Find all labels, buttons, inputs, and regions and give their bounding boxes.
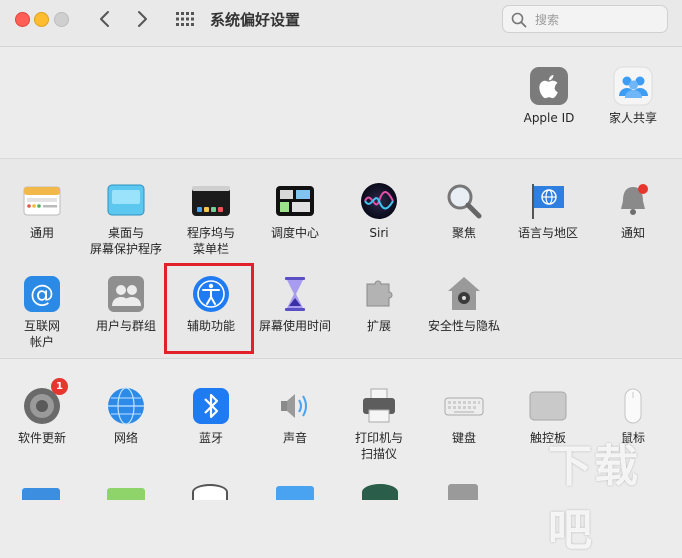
pane-label: 屏幕使用时间 — [258, 319, 331, 333]
bluetooth-icon — [191, 386, 231, 426]
search-input[interactable] — [533, 10, 657, 30]
svg-text:@: @ — [30, 280, 54, 308]
keyboard-icon — [444, 386, 484, 426]
general-icon — [22, 181, 62, 221]
show-all-button[interactable] — [175, 10, 195, 28]
pane-label: 声音 — [282, 431, 307, 445]
forward-button[interactable] — [130, 8, 154, 30]
extensions-icon — [359, 274, 399, 314]
chevron-left-icon — [100, 11, 109, 27]
pane-apple-id[interactable]: Apple ID — [507, 66, 591, 126]
pane-label: 通用 — [29, 226, 54, 240]
pane-desktop-screensaver[interactable]: 桌面与 屏幕保护程序 — [84, 181, 168, 257]
watermark: 下载吧 — [548, 441, 640, 556]
pane-mission-control[interactable]: 调度中心 — [253, 181, 337, 241]
pane-label: 用户与群组 — [95, 319, 156, 333]
close-window-button[interactable] — [15, 12, 30, 27]
back-button[interactable] — [93, 8, 117, 30]
mouse-icon — [613, 386, 653, 426]
pane-language-region[interactable]: 语言与地区 — [506, 181, 590, 241]
window-title: 系统偏好设置 — [210, 11, 301, 29]
printers-scanners-icon — [359, 386, 399, 426]
disk-icon — [448, 484, 478, 500]
pane-label-line2: 扫描仪 — [360, 447, 397, 461]
clock-icon — [192, 484, 228, 500]
pane-label: 软件更新 — [17, 431, 66, 445]
screen-time-icon — [275, 274, 315, 314]
pane-siri[interactable]: Siri — [337, 181, 421, 241]
dock-menubar-icon — [191, 181, 231, 221]
users-groups-icon — [106, 274, 146, 314]
pane-label: 安全性与隐私 — [427, 319, 500, 333]
highlight-box — [164, 263, 254, 354]
pane-users-groups[interactable]: 用户与群组 — [84, 274, 168, 334]
minimize-window-button[interactable] — [34, 12, 49, 27]
sound-icon — [275, 386, 315, 426]
pane-keyboard[interactable]: 键盘 — [422, 386, 506, 446]
pane-label: 键盘 — [451, 431, 476, 445]
pane-label: 程序坞与 — [186, 226, 235, 240]
pane-general[interactable]: 通用 — [0, 181, 84, 241]
language-region-icon — [528, 181, 568, 221]
pane-screen-time[interactable]: 屏幕使用时间 — [253, 274, 337, 334]
grid-icon — [176, 12, 194, 26]
window-toolbar: 系统偏好设置 — [0, 0, 682, 47]
zoom-window-button[interactable] — [54, 12, 69, 27]
pane-label-line2: 菜单栏 — [192, 242, 229, 256]
apple-id-icon — [529, 66, 569, 106]
pane-printers-scanners[interactable]: 打印机与 扫描仪 — [337, 386, 421, 462]
pane-label-line2: 屏幕保护程序 — [89, 242, 162, 256]
partial-pane-icon — [107, 488, 145, 500]
pane-label-line2: 帐户 — [29, 335, 54, 349]
partial-pane-icon — [362, 484, 398, 500]
pane-label: 互联网 — [23, 319, 60, 333]
search-icon — [511, 12, 527, 28]
pane-label: 蓝牙 — [198, 431, 223, 445]
pane-label: 网络 — [113, 431, 138, 445]
pane-network[interactable]: 网络 — [84, 386, 168, 446]
pane-label: Siri — [369, 226, 389, 240]
security-privacy-icon — [444, 274, 484, 314]
pane-label: 语言与地区 — [517, 226, 578, 240]
pane-label: Apple ID — [523, 111, 575, 125]
notifications-icon — [613, 181, 653, 221]
pane-software-update[interactable]: 1 软件更新 — [0, 378, 84, 446]
network-icon — [106, 386, 146, 426]
pane-label: 扩展 — [366, 319, 391, 333]
search-field[interactable] — [502, 5, 668, 33]
internet-accounts-icon: @ — [22, 274, 62, 314]
family-sharing-icon — [613, 66, 653, 106]
folder-icon — [276, 486, 314, 500]
trackpad-icon — [528, 386, 568, 426]
software-update-icon: 1 — [22, 378, 68, 426]
pane-notifications[interactable]: 通知 — [591, 181, 675, 241]
pane-security-privacy[interactable]: 安全性与隐私 — [422, 274, 506, 334]
update-count-badge: 1 — [51, 378, 68, 395]
pane-label: 打印机与 — [354, 431, 403, 445]
spotlight-icon — [444, 181, 484, 221]
pane-label: 家人共享 — [608, 111, 657, 125]
desktop-screensaver-icon — [106, 181, 146, 221]
siri-icon — [359, 181, 399, 221]
pane-family-sharing[interactable]: 家人共享 — [591, 66, 675, 126]
pane-label: 桌面与 — [107, 226, 144, 240]
pane-label: 调度中心 — [270, 226, 319, 240]
chevron-right-icon — [138, 11, 147, 27]
mission-control-icon — [275, 181, 315, 221]
pane-label: 聚焦 — [451, 226, 476, 240]
pane-sound[interactable]: 声音 — [253, 386, 337, 446]
pane-bluetooth[interactable]: 蓝牙 — [169, 386, 253, 446]
pane-extensions[interactable]: 扩展 — [337, 274, 421, 334]
pane-spotlight[interactable]: 聚焦 — [422, 181, 506, 241]
pane-dock-menubar[interactable]: 程序坞与 菜单栏 — [169, 181, 253, 257]
partial-pane-icon — [22, 488, 60, 500]
pane-internet-accounts[interactable]: @ 互联网 帐户 — [0, 274, 84, 350]
pane-label: 通知 — [620, 226, 645, 240]
